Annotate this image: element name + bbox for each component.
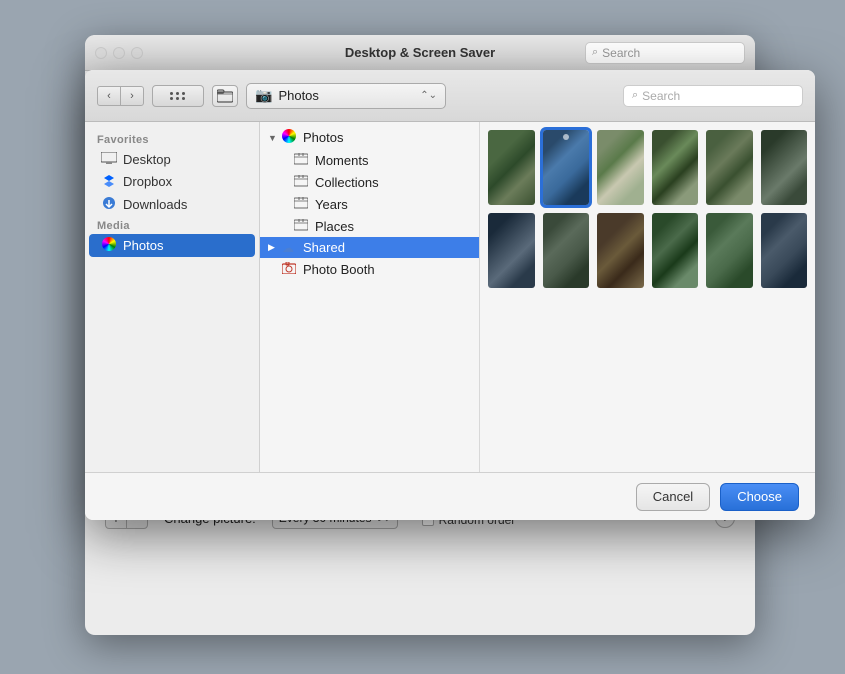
tree-places-label: Places (315, 219, 354, 234)
photo-thumb[interactable] (597, 130, 644, 205)
expand-arrow-icon: ▼ (268, 133, 280, 143)
sidebar-dropbox-label: Dropbox (123, 174, 172, 189)
window-title: Desktop & Screen Saver (345, 45, 495, 60)
tree-item-photos[interactable]: ▼ Photos (260, 126, 479, 149)
grid-dot (176, 97, 179, 100)
dialog-toolbar: ‹ › 📷 (85, 70, 815, 122)
choose-button[interactable]: Choose (720, 483, 799, 511)
forward-button[interactable]: › (120, 86, 144, 106)
camera-icon: 📷 (255, 87, 272, 104)
traffic-lights (95, 47, 143, 59)
photo-thumb[interactable] (543, 213, 590, 288)
years-icon (294, 196, 310, 212)
dialog-search-box[interactable]: ⌕ Search (623, 85, 803, 107)
photo-thumb[interactable] (488, 213, 535, 288)
window-search-box[interactable]: ⌕ Search (585, 42, 745, 64)
main-content-area: ▼ Photos (260, 122, 815, 472)
photos-app-icon (101, 237, 117, 254)
tree-item-moments[interactable]: Moments (260, 149, 479, 171)
new-folder-button[interactable] (212, 85, 238, 107)
grid-dot (170, 92, 173, 95)
sidebar-photos-label: Photos (123, 238, 163, 253)
search-icon: ⌕ (632, 89, 638, 102)
photo-thumb[interactable] (706, 213, 753, 288)
desktop-icon (101, 151, 117, 167)
downloads-icon (101, 196, 117, 213)
search-icon: ⌕ (592, 46, 598, 59)
maximize-button[interactable] (131, 47, 143, 59)
expand-arrow-icon: ▶ (268, 242, 280, 253)
photo-thumb[interactable] (597, 213, 644, 288)
grid-dot (176, 92, 179, 95)
photo-row-1 (488, 130, 807, 205)
tree-shared-label: Shared (303, 240, 345, 255)
sidebar-downloads-label: Downloads (123, 197, 187, 212)
grid-dot (170, 97, 173, 100)
media-section-label: Media (85, 216, 259, 234)
sidebar-item-downloads[interactable]: Downloads (89, 193, 255, 216)
sidebar: Favorites Desktop (85, 122, 260, 472)
photo-thumb[interactable] (761, 213, 808, 288)
search-placeholder-text: Search (642, 89, 680, 103)
moments-icon (294, 152, 310, 168)
cloud-icon: ☁ (282, 241, 298, 255)
grid-dot (182, 92, 185, 95)
dialog-body: Favorites Desktop (85, 122, 815, 472)
dropdown-arrows-icon: ⌃⌄ (420, 90, 437, 101)
sidebar-item-photos[interactable]: Photos (89, 234, 255, 257)
photo-thumb[interactable] (652, 213, 699, 288)
tree-collections-label: Collections (315, 175, 379, 190)
photo-thumb[interactable] (706, 130, 753, 205)
cancel-button[interactable]: Cancel (636, 483, 710, 511)
dialog-footer: Cancel Choose (85, 472, 815, 520)
favorites-section-label: Favorites (85, 130, 259, 148)
desktop-background: Desktop & Screen Saver ⌕ Search + − Chan… (0, 0, 845, 674)
tree-photos-label: Photos (303, 130, 343, 145)
tree-moments-label: Moments (315, 153, 368, 168)
window-titlebar: Desktop & Screen Saver ⌕ Search (85, 35, 755, 71)
close-button[interactable] (95, 47, 107, 59)
photo-grid-panel (480, 122, 815, 472)
sidebar-item-desktop[interactable]: Desktop (89, 148, 255, 170)
location-label: Photos (278, 88, 420, 103)
tree-photobooth-label: Photo Booth (303, 262, 375, 277)
tree-item-years[interactable]: Years (260, 193, 479, 215)
file-tree-panel: ▼ Photos (260, 122, 480, 472)
location-dropdown[interactable]: 📷 Photos ⌃⌄ (246, 83, 446, 109)
tree-years-label: Years (315, 197, 348, 212)
tree-area: ▼ Photos (260, 122, 815, 472)
places-icon (294, 218, 310, 234)
photos-icon (282, 129, 298, 146)
photo-thumb[interactable] (652, 130, 699, 205)
nav-buttons: ‹ › (97, 86, 144, 106)
back-button[interactable]: ‹ (97, 86, 121, 106)
grid-dot (182, 97, 185, 100)
dropbox-icon (101, 173, 117, 190)
photo-thumb[interactable] (761, 130, 808, 205)
tree-item-places[interactable]: Places (260, 215, 479, 237)
tree-item-shared[interactable]: ▶ ☁ Shared (260, 237, 479, 258)
photo-selection-dot (563, 134, 569, 140)
search-placeholder: Search (602, 46, 640, 60)
minimize-button[interactable] (113, 47, 125, 59)
photo-thumb[interactable] (488, 130, 535, 205)
photobooth-icon (282, 261, 298, 277)
tree-item-collections[interactable]: Collections (260, 171, 479, 193)
file-picker-dialog: ‹ › 📷 (85, 70, 815, 520)
sidebar-desktop-label: Desktop (123, 152, 171, 167)
photo-thumb[interactable] (543, 130, 590, 205)
view-grid-button[interactable] (152, 85, 204, 107)
sidebar-item-dropbox[interactable]: Dropbox (89, 170, 255, 193)
photo-row-2 (488, 213, 807, 288)
collections-icon (294, 174, 310, 190)
tree-item-photobooth[interactable]: Photo Booth (260, 258, 479, 280)
